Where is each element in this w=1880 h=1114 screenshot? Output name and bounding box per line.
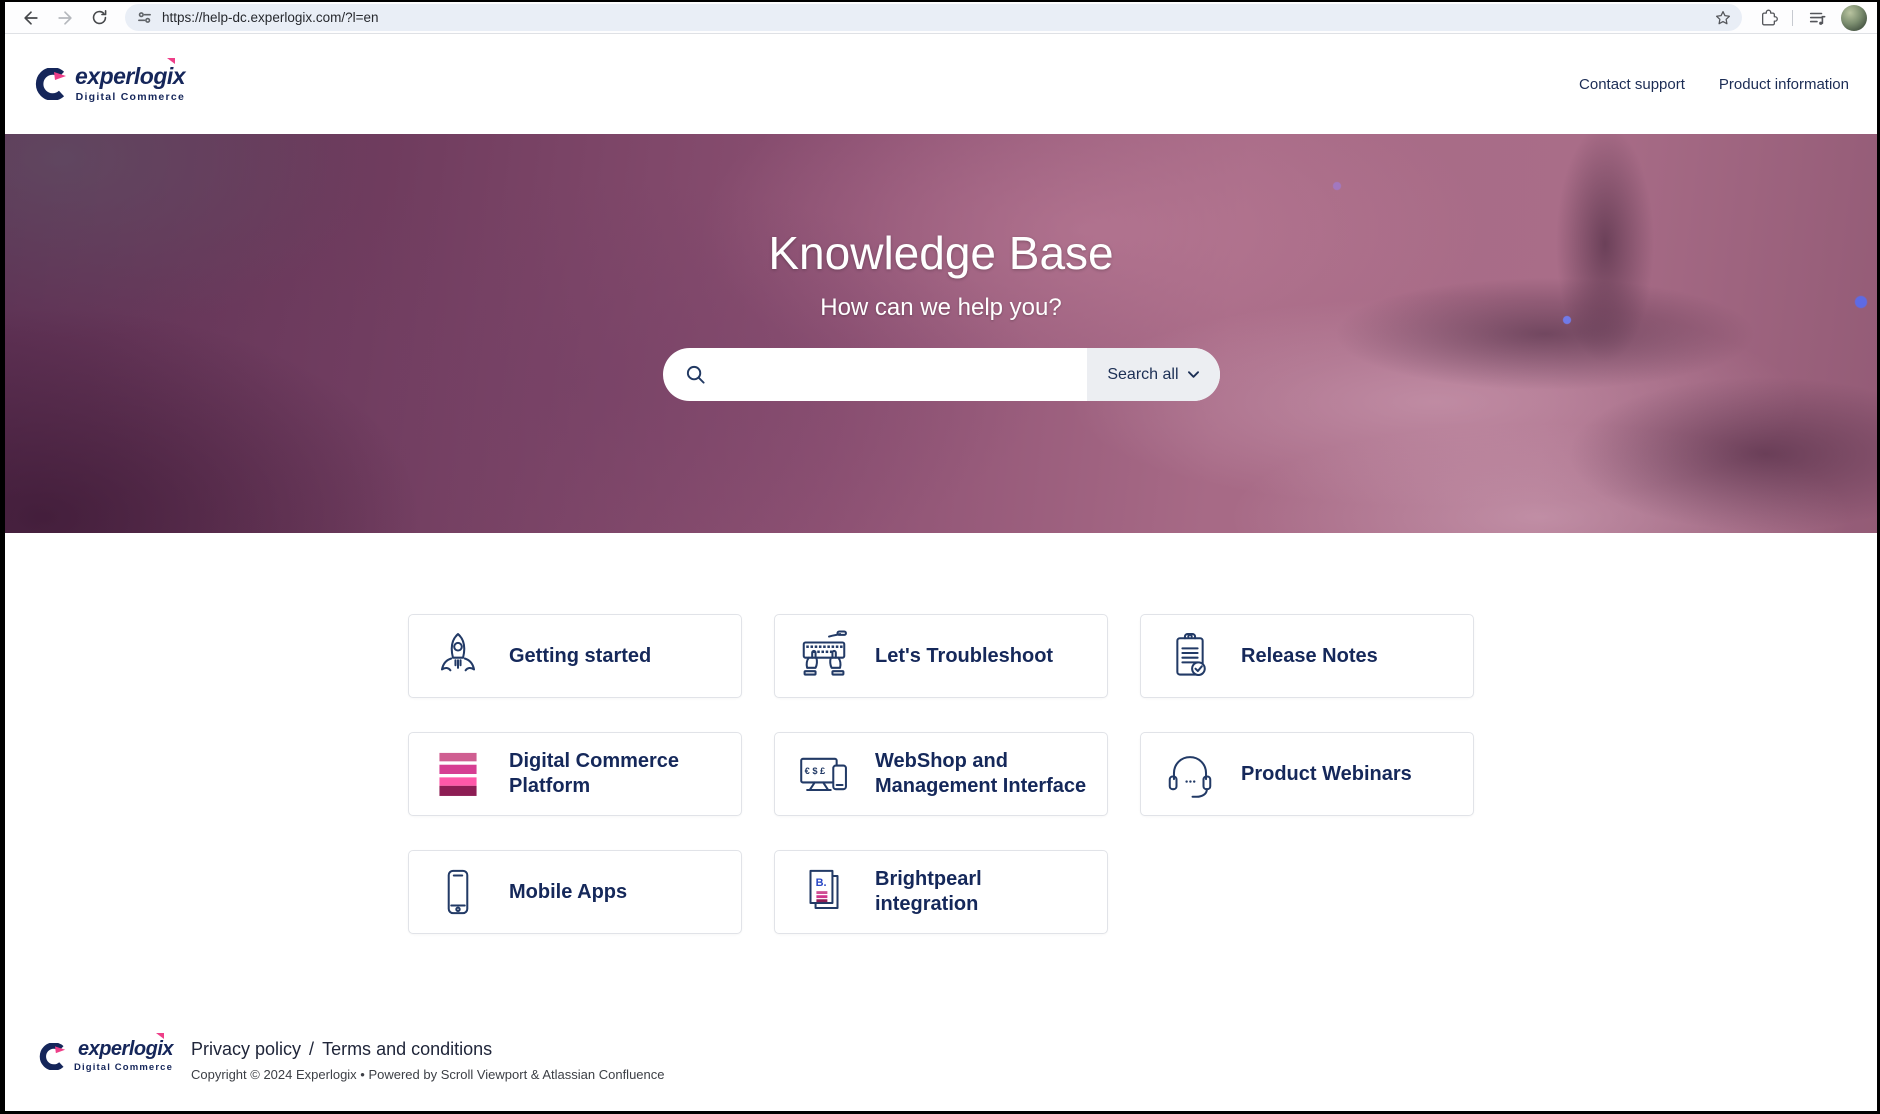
card-mobile-apps[interactable]: Mobile Apps: [408, 850, 742, 934]
rocket-icon: [431, 629, 485, 683]
brand-tagline: Digital Commerce: [76, 91, 185, 103]
brand-tagline: Digital Commerce: [74, 1062, 173, 1073]
brand-wordmark: experlogix: [78, 1039, 173, 1059]
profile-avatar[interactable]: [1841, 5, 1867, 31]
hero-subtitle: How can we help you?: [5, 292, 1877, 324]
experlogix-logo-icon: [39, 1043, 66, 1070]
terms-conditions-link[interactable]: Terms and conditions: [322, 1039, 492, 1059]
topic-card-grid: Getting started Let's T: [408, 614, 1474, 934]
brightpearl-doc-icon: B.: [797, 865, 851, 919]
header-logo-text: experlogix Digital Commerce: [75, 65, 185, 103]
topic-cards-section: Getting started Let's T: [5, 533, 1877, 1001]
headset-icon: [1163, 747, 1217, 801]
card-label: Let's Troubleshoot: [875, 644, 1053, 669]
card-digital-commerce-platform[interactable]: Digital Commerce Platform: [408, 732, 742, 816]
card-label: Release Notes: [1241, 644, 1378, 669]
browser-window: https://help-dc.experlogix.com/?l=en: [0, 0, 1880, 1114]
svg-text:€ $ £: € $ £: [805, 766, 826, 776]
search-scope-label: Search all: [1107, 366, 1178, 384]
site-header: experlogix Digital Commerce Contact supp…: [5, 34, 1877, 134]
back-button[interactable]: [17, 4, 45, 32]
site-footer: experlogix Digital Commerce Privacy poli…: [5, 1001, 1877, 1111]
footer-logo-text: experlogix Digital Commerce: [74, 1039, 173, 1073]
smartphone-icon: [431, 865, 485, 919]
toolbar-right-group: [1754, 4, 1867, 32]
chevron-down-icon: [1187, 369, 1200, 380]
site-info-tune-icon[interactable]: [137, 10, 152, 25]
hero-banner: Knowledge Base How can we help you? Sear…: [5, 134, 1877, 533]
nav-contact-support[interactable]: Contact support: [1579, 76, 1685, 93]
extensions-button[interactable]: [1754, 4, 1782, 32]
footer-links: Privacy policy / Terms and conditions: [191, 1039, 664, 1060]
back-icon: [21, 8, 41, 28]
clipboard-check-icon: [1163, 629, 1217, 683]
header-nav: Contact support Product information: [1579, 76, 1849, 93]
keyboard-hands-icon: [797, 629, 851, 683]
experlogix-logo-icon: [35, 68, 67, 100]
toolbar-separator: [1792, 10, 1793, 26]
footer-links-separator: /: [309, 1039, 314, 1059]
card-label: Getting started: [509, 644, 651, 669]
search-input[interactable]: [706, 348, 1088, 401]
svg-text:B.: B.: [816, 877, 827, 889]
reload-icon: [90, 8, 109, 27]
page-title: Knowledge Base: [5, 226, 1877, 280]
card-brightpearl-integration[interactable]: B. Brightpearl integration: [774, 850, 1108, 934]
footer-logo[interactable]: experlogix Digital Commerce: [39, 1039, 173, 1073]
search-bar: Search all: [663, 348, 1220, 401]
card-label: Mobile Apps: [509, 880, 627, 905]
nav-product-information[interactable]: Product information: [1719, 76, 1849, 93]
media-controls-icon: [1808, 9, 1826, 27]
reload-button[interactable]: [85, 4, 113, 32]
card-label: Digital Commerce Platform: [509, 749, 723, 799]
bookmark-star-icon[interactable]: [1714, 9, 1732, 27]
header-logo[interactable]: experlogix Digital Commerce: [35, 65, 185, 103]
media-controls-button[interactable]: [1803, 4, 1831, 32]
brand-wordmark: experlogix: [75, 65, 185, 88]
card-webshop-management-interface[interactable]: € $ £ WebShop and Management Interface: [774, 732, 1108, 816]
copyright-text: Copyright © 2024 Experlogix • Powered by…: [191, 1067, 664, 1082]
card-product-webinars[interactable]: Product Webinars: [1140, 732, 1474, 816]
privacy-policy-link[interactable]: Privacy policy: [191, 1039, 301, 1059]
forward-button[interactable]: [51, 4, 79, 32]
url-text[interactable]: https://help-dc.experlogix.com/?l=en: [162, 10, 1704, 25]
footer-text-block: Privacy policy / Terms and conditions Copy…: [191, 1039, 664, 1082]
search-icon: [685, 364, 706, 385]
card-lets-troubleshoot[interactable]: Let's Troubleshoot: [774, 614, 1108, 698]
monitor-currency-icon: € $ £: [797, 747, 851, 801]
card-release-notes[interactable]: Release Notes: [1140, 614, 1474, 698]
extensions-icon: [1759, 8, 1778, 27]
card-getting-started[interactable]: Getting started: [408, 614, 742, 698]
address-bar[interactable]: https://help-dc.experlogix.com/?l=en: [125, 4, 1742, 31]
card-label: Brightpearl integration: [875, 867, 1089, 917]
pink-stripes-icon: [431, 747, 485, 801]
browser-toolbar: https://help-dc.experlogix.com/?l=en: [5, 2, 1877, 34]
forward-icon: [55, 8, 75, 28]
card-label: WebShop and Management Interface: [875, 749, 1089, 799]
search-scope-dropdown[interactable]: Search all: [1087, 348, 1219, 401]
card-label: Product Webinars: [1241, 762, 1412, 787]
